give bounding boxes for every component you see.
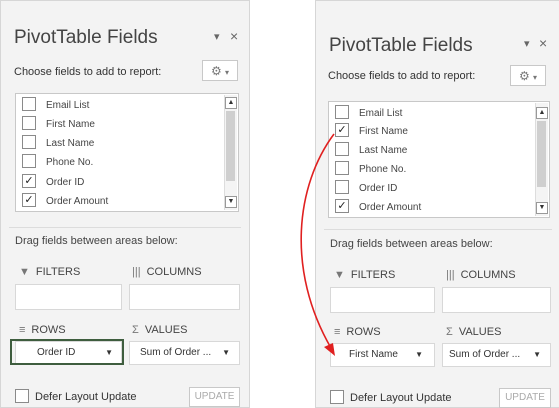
drag-arrow	[300, 133, 335, 356]
